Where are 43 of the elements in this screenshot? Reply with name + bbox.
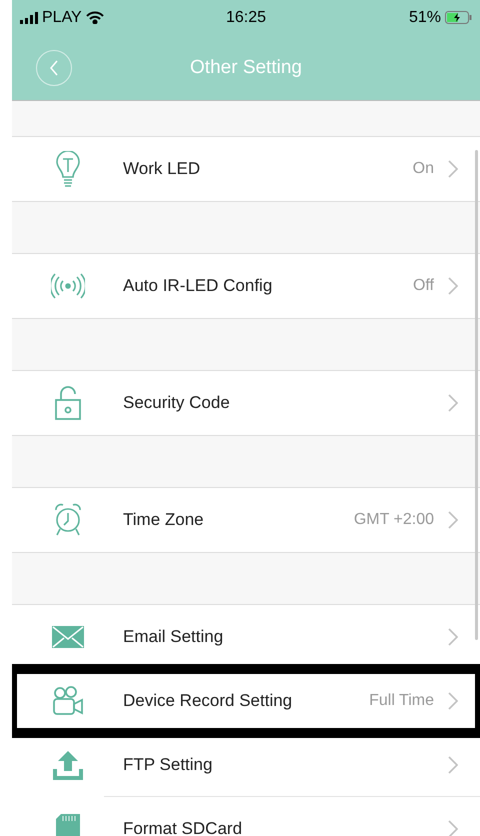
setting-label: Work LED <box>123 159 202 179</box>
chevron-right-icon <box>448 692 458 710</box>
back-button[interactable] <box>36 50 72 86</box>
setting-value: Off <box>412 277 434 295</box>
chevron-right-icon <box>448 277 458 295</box>
wireless-signal-icon <box>50 273 84 299</box>
setting-row[interactable]: Security Code <box>12 371 480 435</box>
setting-label: Security Code <box>123 393 231 413</box>
setting-value: On <box>412 160 434 178</box>
chevron-right-icon <box>448 160 458 178</box>
setting-label: Email Setting <box>123 627 224 647</box>
setting-value: GMT +2:00 <box>354 511 434 529</box>
signal-icon <box>20 12 38 24</box>
wifi-icon <box>86 11 104 24</box>
envelope-icon <box>52 626 84 648</box>
chevron-right-icon <box>448 394 458 412</box>
clock-time: 16:25 <box>226 8 266 26</box>
chevron-right-icon <box>448 511 458 529</box>
upload-icon <box>52 749 84 781</box>
battery-percentage: 51% <box>408 8 441 26</box>
setting-label: Device Record Setting <box>123 691 294 711</box>
setting-value: Full Time <box>369 692 434 710</box>
setting-label: FTP Setting <box>123 755 214 775</box>
video-camera-icon <box>52 686 84 716</box>
setting-label: Format SDCard <box>123 819 244 836</box>
padlock-icon <box>54 386 82 420</box>
back-icon <box>49 60 59 76</box>
setting-row[interactable]: Device Record Setting Full Time <box>12 669 480 733</box>
alarm-clock-icon <box>52 503 82 537</box>
screen-title: Other Setting <box>190 56 302 78</box>
setting-label: Time Zone <box>123 510 205 530</box>
setting-row[interactable]: Work LED On <box>12 137 480 201</box>
setting-row[interactable]: Auto IR-LED Config Off <box>12 254 480 318</box>
light-bulb-icon <box>54 151 80 187</box>
chevron-right-icon <box>448 756 458 774</box>
carrier-name: PLAY <box>42 8 82 26</box>
battery-charging-icon <box>444 11 472 24</box>
setting-label: Auto IR-LED Config <box>123 276 274 296</box>
chevron-right-icon <box>448 628 458 646</box>
sd-card-icon <box>56 814 80 836</box>
setting-row[interactable]: Time Zone GMT +2:00 <box>12 488 480 552</box>
setting-row[interactable]: Format SDCard <box>12 797 480 836</box>
chevron-right-icon <box>448 820 458 836</box>
